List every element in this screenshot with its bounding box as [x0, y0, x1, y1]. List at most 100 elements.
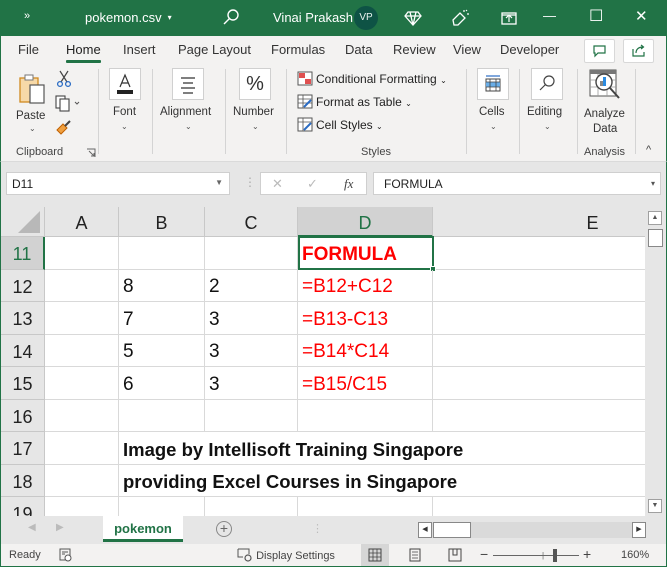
column-header-d[interactable]: D	[298, 207, 433, 237]
scroll-left-arrow-icon[interactable]: ◀	[418, 522, 432, 538]
avatar[interactable]: VP	[354, 6, 378, 30]
zoom-slider[interactable]	[493, 555, 579, 556]
cell-d19[interactable]	[298, 497, 433, 516]
enter-icon[interactable]: ✓	[307, 176, 318, 192]
next-sheet-icon[interactable]: ▶	[56, 522, 64, 533]
cell-b11[interactable]	[119, 237, 205, 270]
tab-developer[interactable]: Developer	[500, 42, 559, 57]
zoom-in-button[interactable]: +	[583, 546, 591, 562]
cell-b15[interactable]: 6	[119, 367, 205, 400]
page-break-preview-button[interactable]	[441, 544, 469, 566]
insert-function-icon[interactable]: fx	[344, 176, 353, 192]
tab-file[interactable]: File	[18, 42, 39, 57]
tab-formulas[interactable]: Formulas	[271, 42, 325, 57]
row-header-12[interactable]: 12	[1, 270, 45, 302]
cell-b19[interactable]	[119, 497, 205, 516]
horizontal-scroll-thumb[interactable]	[433, 522, 471, 538]
minimize-button[interactable]: —	[543, 8, 563, 28]
formula-bar-resize-handle[interactable]: ⋮	[244, 175, 256, 189]
cell-a13[interactable]	[45, 302, 119, 335]
file-name-menu[interactable]: pokemon.csv ▾	[85, 10, 172, 25]
comments-button[interactable]	[584, 39, 615, 63]
tab-insert[interactable]: Insert	[123, 42, 156, 57]
scroll-up-arrow-icon[interactable]: ▲	[648, 211, 662, 225]
magic-wand-icon[interactable]	[450, 8, 470, 28]
scroll-right-arrow-icon[interactable]: ▶	[632, 522, 646, 538]
row-header-16[interactable]: 16	[1, 400, 45, 432]
user-name[interactable]: Vinai Prakash	[273, 10, 353, 25]
cell-a12[interactable]	[45, 270, 119, 302]
vertical-scroll-thumb[interactable]	[648, 229, 663, 247]
cell-a11[interactable]	[45, 237, 119, 270]
cell-e14[interactable]	[433, 335, 645, 367]
tab-page-layout[interactable]: Page Layout	[178, 42, 251, 57]
scroll-down-arrow-icon[interactable]: ▼	[648, 499, 662, 513]
cell-b18[interactable]: providing Excel Courses in Singapore	[119, 465, 457, 497]
column-header-c[interactable]: C	[205, 207, 298, 237]
quick-access-toolbar-expand[interactable]: »	[24, 10, 30, 22]
zoom-out-button[interactable]: −	[480, 546, 488, 562]
cell-a16[interactable]	[45, 400, 119, 432]
alignment-button[interactable]: Alignment ⌄	[159, 68, 219, 138]
cell-e18[interactable]	[433, 465, 645, 497]
tab-view[interactable]: View	[453, 42, 481, 57]
cell-e13[interactable]	[433, 302, 645, 335]
tab-data[interactable]: Data	[345, 42, 372, 57]
row-header-14[interactable]: 14	[1, 335, 45, 367]
row-header-13[interactable]: 13	[1, 302, 45, 335]
format-as-table-button[interactable]: Format as Table ⌄	[297, 94, 412, 109]
format-painter-icon[interactable]	[55, 118, 73, 136]
column-header-a[interactable]: A	[45, 207, 119, 237]
cut-icon[interactable]	[56, 70, 72, 88]
expand-formula-bar-icon[interactable]: ▾	[651, 179, 655, 188]
cell-e12[interactable]	[433, 270, 645, 302]
horizontal-scrollbar[interactable]: ◀ ▶	[418, 522, 646, 538]
cell-c19[interactable]	[205, 497, 298, 516]
editing-button[interactable]: Editing ⌄	[525, 68, 571, 138]
column-header-b[interactable]: B	[119, 207, 205, 237]
cell-c15[interactable]: 3	[205, 367, 298, 400]
row-header-18[interactable]: 18	[1, 465, 45, 497]
cancel-icon[interactable]: ✕	[272, 176, 283, 192]
cell-d14[interactable]: =B14*C14	[298, 335, 433, 367]
page-layout-view-button[interactable]	[401, 544, 429, 566]
formula-input[interactable]: FORMULA ▾	[373, 172, 661, 195]
cell-e11[interactable]	[433, 237, 645, 270]
diamond-icon[interactable]	[403, 8, 423, 28]
row-header-17[interactable]: 17	[1, 432, 45, 465]
cell-a17[interactable]	[45, 432, 119, 465]
cell-e16[interactable]	[433, 400, 645, 432]
cell-d16[interactable]	[298, 400, 433, 432]
normal-view-button[interactable]	[361, 544, 389, 566]
analyze-data-button[interactable]: Analyze Data	[581, 68, 629, 140]
cell-e17[interactable]	[433, 432, 645, 465]
previous-sheet-icon[interactable]: ◀	[28, 522, 36, 533]
ribbon-display-options-icon[interactable]	[499, 8, 519, 28]
cell-c11[interactable]	[205, 237, 298, 270]
cell-a15[interactable]	[45, 367, 119, 400]
tab-split-handle[interactable]: ⋮	[312, 522, 323, 535]
cell-e15[interactable]	[433, 367, 645, 400]
cell-c16[interactable]	[205, 400, 298, 432]
conditional-formatting-button[interactable]: Conditional Formatting ⌄	[297, 71, 447, 86]
share-button[interactable]	[623, 39, 654, 63]
cell-c12[interactable]: 2	[205, 270, 298, 302]
font-button[interactable]: Font ⌄	[105, 68, 145, 138]
cell-d12[interactable]: =B12+C12	[298, 270, 433, 302]
row-header-11[interactable]: 11	[1, 237, 45, 270]
spreadsheet-grid[interactable]: A B C D E 11 FORMULA 12 8 2 =B12+C12 13 7 3 =B13-…	[0, 207, 645, 516]
tab-home[interactable]: Home	[66, 42, 101, 63]
cell-styles-button[interactable]: Cell Styles ⌄	[297, 117, 383, 132]
name-box[interactable]: D11 ▼	[6, 172, 230, 195]
tab-review[interactable]: Review	[393, 42, 436, 57]
number-button[interactable]: % Number ⌄	[231, 68, 281, 138]
cell-c13[interactable]: 3	[205, 302, 298, 335]
accessibility-icon[interactable]	[59, 548, 73, 562]
maximize-button[interactable]: ☐	[589, 6, 609, 26]
cell-b14[interactable]: 5	[119, 335, 205, 367]
cell-a18[interactable]	[45, 465, 119, 497]
cell-d15[interactable]: =B15/C15	[298, 367, 433, 400]
close-button[interactable]: ✕	[635, 7, 655, 27]
cell-b16[interactable]	[119, 400, 205, 432]
sheet-tab-pokemon[interactable]: pokemon	[103, 516, 183, 542]
